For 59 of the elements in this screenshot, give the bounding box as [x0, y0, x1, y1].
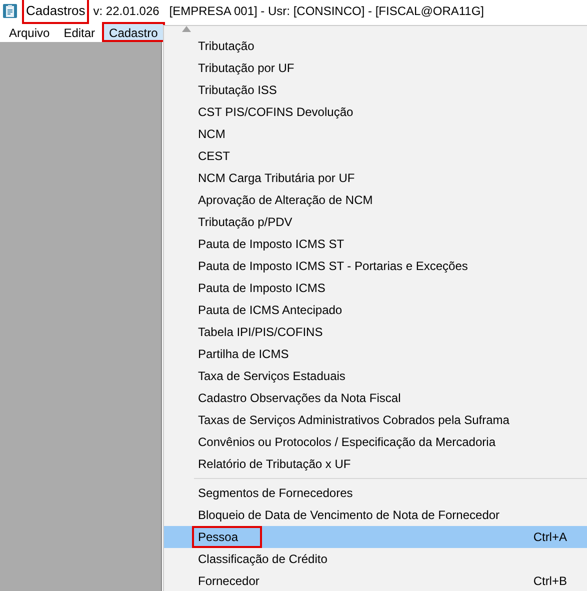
menu-bar-item[interactable]: Arquivo	[2, 22, 57, 42]
menu-item[interactable]: Cadastro Observações da Nota Fiscal	[164, 387, 587, 409]
menu-item[interactable]: NCM Carga Tributária por UF	[164, 167, 587, 189]
menu-item[interactable]: Relatório de Tributação x UF	[164, 453, 587, 475]
menu-item[interactable]: Pauta de Imposto ICMS	[164, 277, 587, 299]
menu-item-label: NCM	[197, 126, 226, 143]
menu-item[interactable]: CEST	[164, 145, 587, 167]
menu-item-label: Bloqueio de Data de Vencimento de Nota de Fornecedor	[197, 507, 501, 524]
menu-item[interactable]: CST PIS/COFINS Devolução	[164, 101, 587, 123]
menu-item-label: Taxas de Serviços Administrativos Cobrados pela Suframa	[197, 412, 510, 429]
menu-item-label: Relatório de Tributação x UF	[197, 456, 352, 473]
menu-item-label: Pauta de Imposto ICMS ST - Portarias e Exceções	[197, 258, 469, 275]
menu-item-label: Tributação ISS	[197, 82, 278, 99]
menu-item-label: Pauta de Imposto ICMS	[197, 280, 326, 297]
window-subtitle: v: 22.01.026 [EMPRESA 001] - Usr: [CONSINCO] - [FISCAL@ORA11G]	[93, 3, 484, 20]
menu-item[interactable]: Bloqueio de Data de Vencimento de Nota de Fornecedor	[164, 504, 587, 526]
shortcut-label: Ctrl+A	[533, 529, 567, 546]
menu-bar-item[interactable]: Cadastro	[102, 22, 165, 42]
menu-bar-item[interactable]: Editar	[56, 22, 102, 42]
menu-item-label: CST PIS/COFINS Devolução	[197, 104, 354, 121]
menu-item[interactable]: Convênios ou Protocolos / Especificação da Mercadoria	[164, 431, 587, 453]
menu-item-label: Aprovação de Alteração de NCM	[197, 192, 374, 209]
menu-item[interactable]: Tributação	[164, 35, 587, 57]
menu-item[interactable]: Tributação p/PDV	[164, 211, 587, 233]
menu-item[interactable]: NCM	[164, 123, 587, 145]
menu-item-label: Tabela IPI/PIS/COFINS	[197, 324, 324, 341]
menu-item[interactable]: Partilha de ICMS	[164, 343, 587, 365]
menu-item[interactable]: Aprovação de Alteração de NCM	[164, 189, 587, 211]
menu-item[interactable]: Pauta de Imposto ICMS ST	[164, 233, 587, 255]
menu-item[interactable]: Classificação de Crédito	[164, 548, 587, 570]
shortcut-label: Ctrl+B	[533, 573, 567, 590]
window-title: Cadastros	[22, 0, 90, 24]
menu-item[interactable]: Segmentos de Fornecedores	[164, 482, 587, 504]
menu-item[interactable]: Pauta de ICMS Antecipado	[164, 299, 587, 321]
menu-item-label: Pessoa	[192, 526, 262, 548]
menu-item-label: Cadastro Observações da Nota Fiscal	[197, 390, 402, 407]
menu-item-label: Classificação de Crédito	[197, 551, 328, 568]
menu-item-label: Tributação por UF	[197, 60, 296, 77]
menu-item-label: Tributação	[197, 38, 256, 55]
menu-item[interactable]: Taxa de Serviços Estaduais	[164, 365, 587, 387]
menu-item-label: Convênios ou Protocolos / Especificação da Mercadoria	[197, 434, 496, 451]
scroll-up-icon[interactable]	[182, 26, 191, 32]
menu-item[interactable]: Taxas de Serviços Administrativos Cobrados pela Suframa	[164, 409, 587, 431]
menu-item-label: NCM Carga Tributária por UF	[197, 170, 356, 187]
menu-item[interactable]: Pauta de Imposto ICMS ST - Portarias e Exceções	[164, 255, 587, 277]
menu-item[interactable]: Fornecedor Ctrl+B	[164, 570, 587, 591]
menu-item[interactable]: Tributação ISS	[164, 79, 587, 101]
menu-item-label: Fornecedor	[197, 573, 260, 590]
menu-item-label: Partilha de ICMS	[197, 346, 290, 363]
menu-item[interactable]: Pessoa Ctrl+A	[164, 526, 587, 548]
menu-item-label: Pauta de ICMS Antecipado	[197, 302, 344, 319]
menu-item-label: Pauta de Imposto ICMS ST	[197, 236, 346, 253]
clipboard-icon	[2, 3, 18, 19]
menu-item-label: CEST	[197, 148, 232, 165]
menu-item-label: Segmentos de Fornecedores	[197, 485, 354, 502]
menu-item-label: Taxa de Serviços Estaduais	[197, 368, 346, 385]
menu-item[interactable]: Tributação por UF	[164, 57, 587, 79]
menu-item-label: Tributação p/PDV	[197, 214, 294, 231]
menu-item[interactable]: Tabela IPI/PIS/COFINS	[164, 321, 587, 343]
